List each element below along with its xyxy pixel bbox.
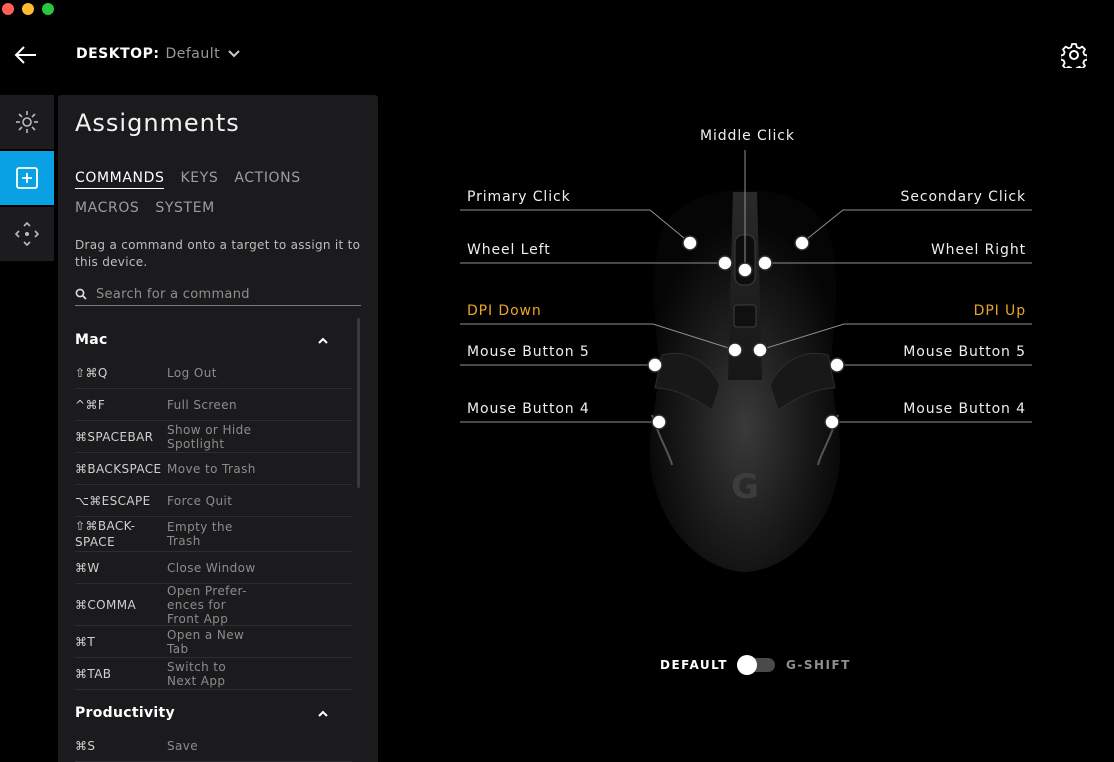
lighting-icon [16, 111, 38, 133]
command-key: ⇧⌘BACK-SPACE [75, 519, 136, 549]
command-row[interactable]: ⌘S Save [75, 730, 352, 762]
dpi-down-target[interactable] [727, 342, 743, 358]
gshift-mode-label[interactable]: G-SHIFT [786, 658, 851, 672]
command-action: Save [167, 738, 199, 753]
label-secondary-click[interactable]: Secondary Click [901, 189, 1026, 205]
command-row[interactable]: ^⌘F Full Screen [75, 389, 352, 421]
mouse-button-4-right-target[interactable] [824, 414, 840, 430]
label-primary-click[interactable]: Primary Click [467, 189, 571, 205]
wheel-left-target[interactable] [717, 255, 733, 271]
svg-text:G: G [731, 467, 759, 507]
command-row[interactable]: ⌘TAB Switch to Next App [75, 658, 352, 690]
command-key: ⌘BACKSPACE [75, 461, 162, 476]
command-list: Mac ⇧⌘Q Log Out ^⌘F Full Screen ⌘SPACEBA… [58, 323, 358, 762]
command-row[interactable]: ⌘BACKSPACE Move to Trash [75, 453, 352, 485]
search-field[interactable] [75, 283, 361, 306]
command-action: Open Prefer-ences for Front App [167, 583, 247, 626]
label-mouse-button-4-right[interactable]: Mouse Button 4 [903, 401, 1026, 417]
command-key: ⌘T [75, 634, 96, 649]
minimize-window-button[interactable] [22, 3, 34, 15]
label-mouse-button-5-left[interactable]: Mouse Button 5 [467, 344, 590, 360]
secondary-click-target[interactable] [794, 235, 810, 251]
command-action: Full Screen [167, 397, 237, 412]
command-action: Close Window [167, 560, 256, 575]
command-key: ⇧⌘Q [75, 365, 108, 380]
search-input[interactable] [96, 286, 351, 302]
assignment-tabs: COMMANDS KEYS ACTIONS MACROS SYSTEM [75, 170, 365, 218]
command-action: Move to Trash [167, 461, 256, 476]
command-action: Force Quit [167, 493, 233, 508]
section-title: Productivity [75, 705, 175, 721]
command-key: ⌘COMMA [75, 597, 137, 612]
label-mouse-button-4-left[interactable]: Mouse Button 4 [467, 401, 590, 417]
tab-commands[interactable]: COMMANDS [75, 170, 165, 189]
rail-lighting-button[interactable] [0, 95, 54, 149]
mouse-button-5-left-target[interactable] [647, 357, 663, 373]
label-dpi-up[interactable]: DPI Up [974, 303, 1026, 319]
section-header-productivity[interactable]: Productivity [58, 696, 358, 730]
tab-actions[interactable]: ACTIONS [234, 170, 300, 189]
label-wheel-left[interactable]: Wheel Left [467, 242, 551, 258]
left-rail [0, 95, 54, 263]
assignments-icon [16, 167, 38, 189]
chevron-down-icon [228, 50, 240, 58]
command-action: Switch to Next App [167, 659, 227, 688]
profile-prefix: DESKTOP: [76, 46, 160, 62]
command-key: ^⌘F [75, 397, 106, 412]
profile-selector[interactable]: DESKTOP: Default [76, 46, 240, 62]
dpi-icon [14, 221, 40, 247]
dpi-up-target[interactable] [752, 342, 768, 358]
zoom-window-button[interactable] [42, 3, 54, 15]
command-row[interactable]: ⌘SPACEBAR Show or Hide Spotlight [75, 421, 352, 453]
tab-system[interactable]: SYSTEM [155, 200, 214, 218]
assignments-panel: Assignments COMMANDS KEYS ACTIONS MACROS… [58, 95, 378, 762]
gear-icon[interactable] [1061, 42, 1087, 68]
label-mouse-button-5-right[interactable]: Mouse Button 5 [903, 344, 1026, 360]
back-arrow-icon[interactable] [14, 44, 38, 66]
search-icon [75, 288, 87, 300]
mouse-button-5-right-target[interactable] [829, 357, 845, 373]
rail-dpi-button[interactable] [0, 207, 54, 261]
mouse-button-4-left-target[interactable] [651, 414, 667, 430]
wheel-right-target[interactable] [757, 255, 773, 271]
middle-click-target[interactable] [737, 262, 753, 278]
gshift-toggle-switch[interactable] [737, 655, 775, 675]
panel-title: Assignments [75, 109, 240, 137]
profile-name: Default [165, 46, 221, 62]
primary-click-target[interactable] [682, 235, 698, 251]
tab-keys[interactable]: KEYS [180, 170, 218, 189]
command-action: Empty the Trash [167, 520, 233, 548]
command-action: Log Out [167, 365, 217, 380]
command-row[interactable]: ⌘T Open a New Tab [75, 626, 352, 658]
mode-toggle: DEFAULT G-SHIFT [660, 655, 851, 675]
close-window-button[interactable] [2, 3, 14, 15]
rail-assignments-button[interactable] [0, 151, 54, 205]
command-key: ⌥⌘ESCAPE [75, 493, 151, 508]
command-row[interactable]: ⇧⌘Q Log Out [75, 357, 352, 389]
chevron-up-icon [318, 710, 328, 717]
default-mode-label[interactable]: DEFAULT [660, 658, 728, 672]
label-dpi-down[interactable]: DPI Down [467, 303, 542, 319]
command-row[interactable]: ⌘COMMA Open Prefer-ences for Front App [75, 584, 352, 626]
command-action: Open a New Tab [167, 627, 245, 656]
command-action: Show or Hide Spotlight [167, 422, 252, 451]
command-row[interactable]: ⌘W Close Window [75, 552, 352, 584]
command-key: ⌘SPACEBAR [75, 429, 154, 444]
list-scrollbar[interactable] [357, 318, 360, 488]
command-key: ⌘TAB [75, 666, 112, 681]
window-controls [2, 3, 54, 15]
command-row[interactable]: ⇧⌘BACK-SPACE Empty the Trash [75, 517, 352, 552]
command-row[interactable]: ⌥⌘ESCAPE Force Quit [75, 485, 352, 517]
chevron-up-icon [318, 337, 328, 344]
section-header-mac[interactable]: Mac [58, 323, 358, 357]
label-wheel-right[interactable]: Wheel Right [931, 242, 1026, 258]
toggle-knob [737, 655, 757, 675]
command-key: ⌘S [75, 738, 96, 753]
drag-hint: Drag a command onto a target to assign i… [75, 238, 361, 269]
tab-macros[interactable]: MACROS [75, 200, 139, 218]
command-key: ⌘W [75, 560, 100, 575]
label-middle-click[interactable]: Middle Click [700, 128, 795, 144]
section-title: Mac [75, 332, 108, 348]
